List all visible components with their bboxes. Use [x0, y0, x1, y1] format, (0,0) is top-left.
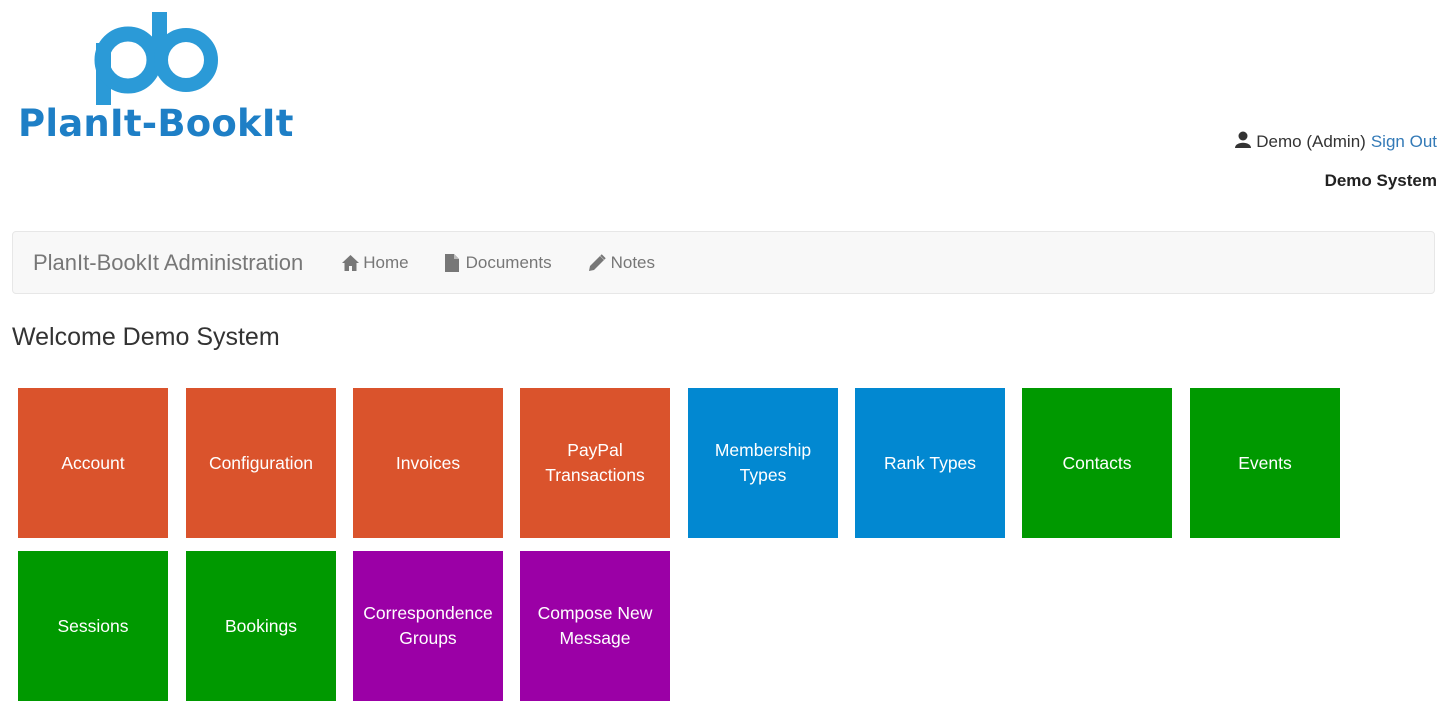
navbar-brand[interactable]: PlanIt-BookIt Administration — [33, 250, 303, 276]
nav-item-label: Documents — [465, 252, 552, 272]
system-name: Demo System — [1324, 171, 1437, 190]
user-name: Demo (Admin) — [1256, 132, 1366, 151]
tile-contacts[interactable]: Contacts — [1022, 388, 1172, 538]
navbar: PlanIt-BookIt Administration Home Docume… — [12, 231, 1435, 294]
tile-label: Membership Types — [714, 440, 812, 485]
tile-paypal-transactions[interactable]: PayPal Transactions — [520, 388, 670, 538]
tile-label: Sessions — [57, 615, 129, 636]
tile-configuration[interactable]: Configuration — [186, 388, 336, 538]
welcome-heading: Welcome Demo System — [12, 323, 280, 351]
tile-label: Rank Types — [883, 452, 977, 473]
tile-membership-types[interactable]: Membership Types — [688, 388, 838, 538]
tile-label: Events — [1238, 452, 1292, 473]
tile-rank-types[interactable]: Rank Types — [855, 388, 1005, 538]
user-icon — [1235, 131, 1252, 153]
file-icon — [444, 253, 459, 272]
logo-mark-icon — [94, 12, 218, 105]
nav-item-label: Notes — [610, 252, 656, 272]
logo-text: PlanIt-BookIt — [18, 102, 294, 145]
tile-label: Compose New Message — [537, 603, 653, 648]
tile-label: PayPal Transactions — [545, 440, 645, 485]
tile-label: Configuration — [208, 452, 314, 473]
tile-bookings[interactable]: Bookings — [186, 551, 336, 701]
tile-invoices[interactable]: Invoices — [353, 388, 503, 538]
tile-sessions[interactable]: Sessions — [18, 551, 168, 701]
nav-item-label: Home — [363, 252, 409, 272]
nav-item-home[interactable]: Home — [323, 253, 426, 273]
tile-events[interactable]: Events — [1190, 388, 1340, 538]
nav-item-notes[interactable]: Notes — [570, 253, 673, 273]
home-icon — [341, 254, 360, 272]
nav-item-documents[interactable]: Documents — [427, 253, 570, 273]
tile-compose-new-message[interactable]: Compose New Message — [520, 551, 670, 701]
tile-correspondence-groups[interactable]: Correspondence Groups — [353, 551, 503, 701]
tile-label: Bookings — [225, 615, 297, 636]
tile-label: Contacts — [1062, 452, 1132, 473]
tile-label: Account — [61, 452, 125, 473]
tile-label: Invoices — [395, 452, 461, 473]
user-info: Demo (Admin) Sign Out — [1235, 131, 1437, 153]
pencil-icon — [588, 253, 606, 272]
tile-label: Correspondence Groups — [363, 603, 493, 648]
tile-account[interactable]: Account — [18, 388, 168, 538]
sign-out-link[interactable]: Sign Out — [1371, 132, 1437, 152]
logo: PlanIt-BookIt — [16, 10, 300, 145]
